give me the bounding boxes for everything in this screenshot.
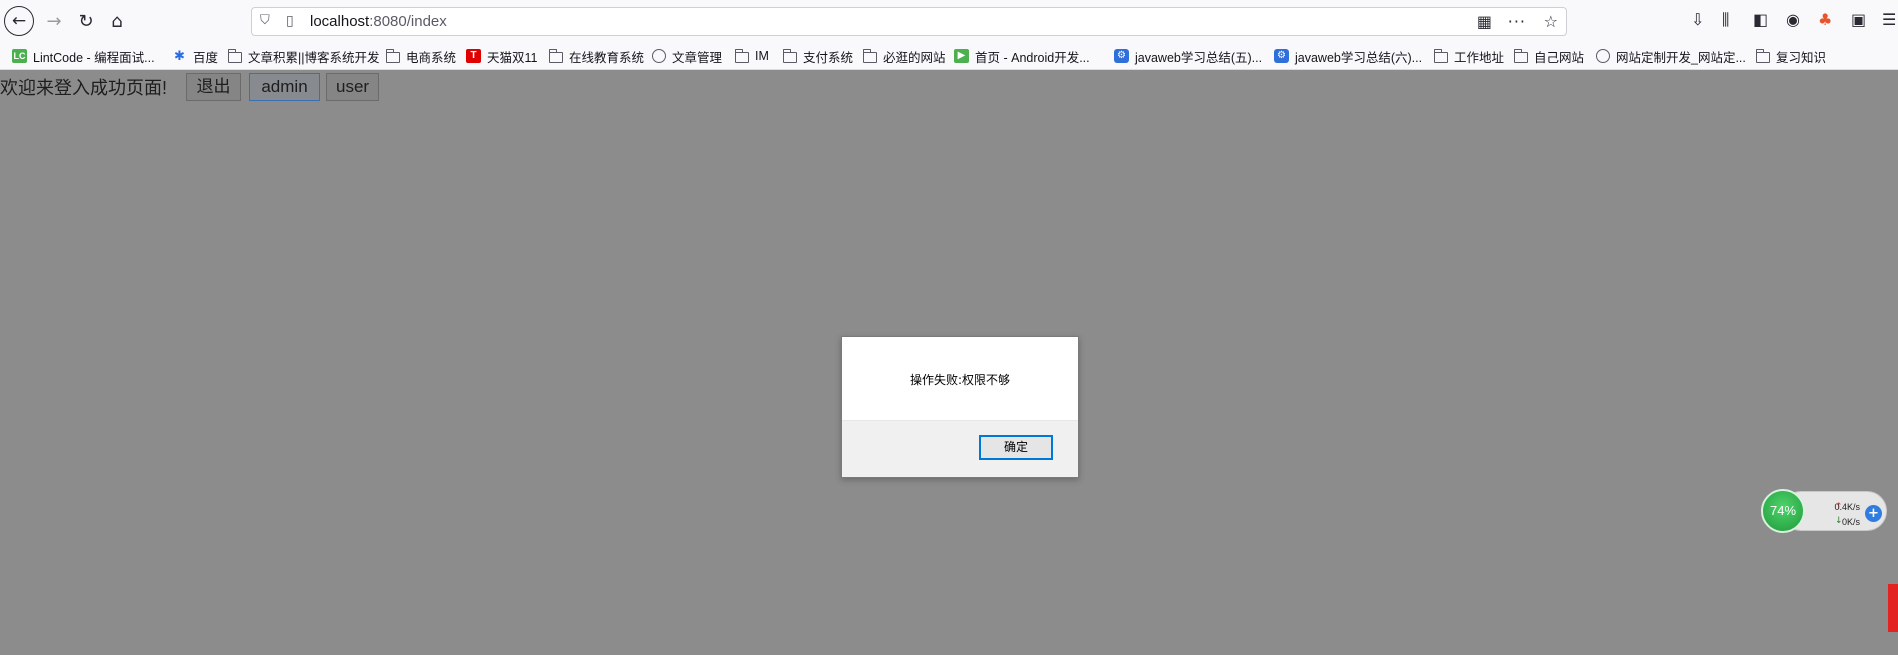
user-button[interactable]: user [326, 73, 379, 101]
folder-icon [862, 48, 877, 63]
url-text[interactable]: localhost:8080/index [310, 13, 447, 30]
upload-speed: 0.4K/s [1834, 502, 1860, 512]
bookmark-label: 网站定制开发_网站定... [1616, 50, 1746, 65]
bookmark-label: 在线教育系统 [569, 50, 645, 65]
bookmark-item[interactable]: 文章积累||博客系统开发 [227, 46, 380, 66]
ok-button[interactable]: 确定 [979, 435, 1053, 460]
bookmark-star-icon[interactable]: ☆ [1544, 12, 1558, 31]
bookmark-item[interactable]: 工作地址 [1433, 46, 1505, 66]
qr-code-icon[interactable]: ▦ [1477, 12, 1492, 31]
alert-footer: 确定 [842, 420, 1078, 477]
reload-icon[interactable]: ↻ [70, 5, 102, 37]
bookmark-item[interactable]: ⚙ javaweb学习总结(六)... [1274, 46, 1422, 66]
bookmark-item[interactable]: 支付系统 [782, 46, 854, 66]
bookmark-label: javaweb学习总结(五)... [1135, 50, 1263, 65]
network-speed-widget[interactable]: ↑ 0.4K/s ↓ 0K/s + 74% [1761, 489, 1887, 533]
android-icon: ▶ [954, 49, 969, 63]
bookmark-label: 支付系统 [803, 50, 854, 65]
bookmark-item[interactable]: ✱ 百度 [172, 46, 218, 66]
tmall-icon: T [466, 49, 481, 63]
bookmark-item[interactable]: ⚙ javaweb学习总结(五)... [1114, 46, 1262, 66]
alert-message: 操作失败:权限不够 [909, 373, 1011, 387]
bookmark-item[interactable]: LC LintCode - 编程面试... [12, 46, 155, 66]
browser-toolbar: ← → ↻ ⌂ ⛉ ▯ localhost:8080/index ▦ ··· ☆… [0, 0, 1898, 42]
folder-icon [1755, 48, 1770, 63]
address-bar[interactable]: ⛉ ▯ localhost:8080/index ▦ ··· ☆ [251, 7, 1567, 36]
folder-icon [1513, 48, 1528, 63]
alert-dialog: 操作失败:权限不够 确定 [841, 336, 1079, 478]
page-info-icon[interactable]: ▯ [286, 13, 294, 29]
memory-usage-circle[interactable]: 74% [1761, 489, 1805, 533]
folder-icon [1433, 48, 1448, 63]
gear-icon: ⚙ [1114, 49, 1129, 63]
folder-icon [548, 48, 563, 63]
bookmark-label: javaweb学习总结(六)... [1295, 50, 1423, 65]
page-actions-more-icon[interactable]: ··· [1508, 12, 1526, 31]
bookmark-label: 必逛的网站 [883, 50, 946, 65]
plus-icon[interactable]: + [1865, 505, 1882, 522]
downloads-icon[interactable]: ⇩ [1691, 10, 1704, 29]
bookmark-label: 复习知识 [1776, 50, 1827, 65]
bookmark-label: 首页 - Android开发... [975, 50, 1090, 65]
gear-icon: ⚙ [1274, 49, 1289, 63]
bookmark-label: 天猫双11 [487, 50, 538, 65]
bookmark-label: 百度 [193, 50, 219, 65]
folder-icon [227, 48, 242, 63]
bookmark-label: 文章管理 [672, 50, 723, 65]
welcome-text: 欢迎来登入成功页面! [0, 78, 168, 98]
folder-icon [734, 48, 749, 63]
back-arrow-icon[interactable]: ← [4, 6, 34, 36]
bookmark-label: 文章积累||博客系统开发 [248, 50, 380, 65]
folder-icon [782, 48, 797, 63]
admin-button[interactable]: admin [249, 73, 320, 101]
bookmark-label: 工作地址 [1454, 50, 1505, 65]
bookmarks-bar: LC LintCode - 编程面试... ✱ 百度 文章积累||博客系统开发 电商… [0, 42, 1898, 70]
bookmark-item[interactable]: 复习知识 [1755, 46, 1827, 66]
menu-icon[interactable]: ☰ [1882, 10, 1896, 29]
bookmark-item[interactable]: 网站定制开发_网站定... [1596, 46, 1746, 66]
globe-icon [652, 49, 666, 63]
bookmark-item[interactable]: 必逛的网站 [862, 46, 946, 66]
bookmark-item[interactable]: 自己网站 [1513, 46, 1585, 66]
url-path: :8080/index [369, 13, 447, 30]
bookmark-label: 自己网站 [1534, 50, 1585, 65]
lc-icon: LC [12, 49, 27, 63]
folder-icon [385, 48, 400, 63]
download-speed: 0K/s [1841, 517, 1860, 527]
side-tab[interactable] [1888, 584, 1898, 632]
sidebar-icon[interactable]: ◧ [1753, 10, 1768, 29]
home-icon[interactable]: ⌂ [101, 5, 133, 37]
bookmark-label: LintCode - 编程面试... [33, 50, 155, 65]
extension-panel-icon[interactable]: ▣ [1851, 10, 1866, 29]
globe-icon [1596, 49, 1610, 63]
bookmark-item[interactable]: IM [734, 46, 769, 66]
bookmark-item[interactable]: 电商系统 [385, 46, 457, 66]
bookmark-label: IM [755, 49, 769, 63]
library-icon[interactable]: ⫼ [1722, 10, 1729, 30]
bookmark-item[interactable]: 在线教育系统 [548, 46, 645, 66]
logout-button[interactable]: 退出 [186, 73, 241, 101]
bookmark-item[interactable]: ▶ 首页 - Android开发... [954, 46, 1090, 66]
forward-arrow-icon[interactable]: → [38, 5, 70, 37]
tracking-shield-icon[interactable]: ⛉ [260, 13, 270, 28]
bookmark-item[interactable]: T 天猫双11 [466, 46, 537, 66]
account-icon[interactable]: ◉ [1786, 10, 1800, 29]
extension-icon[interactable]: ♣ [1818, 10, 1832, 29]
url-host: localhost [310, 13, 370, 30]
baidu-icon: ✱ [174, 48, 185, 63]
bookmark-label: 电商系统 [406, 50, 457, 65]
bookmark-item[interactable]: 文章管理 [652, 46, 722, 66]
